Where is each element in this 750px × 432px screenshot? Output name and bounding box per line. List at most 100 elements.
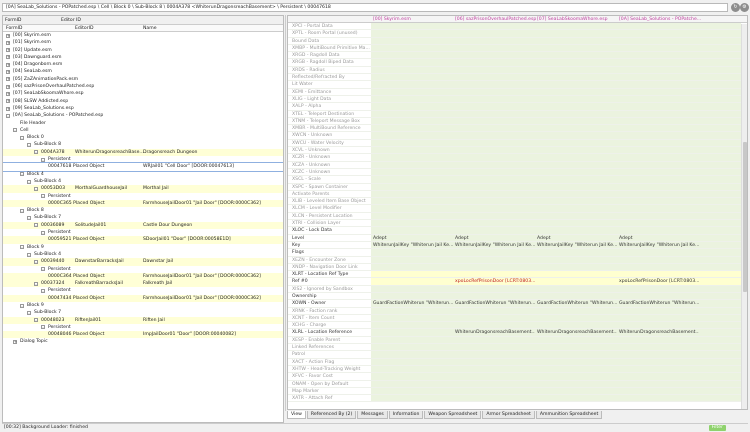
refresh-icon[interactable]: ↻ [731,3,740,12]
filter-button[interactable]: Filter [708,425,726,431]
field-row[interactable]: XIS2 - Ignored by Sandbox [288,285,747,293]
collapse-icon[interactable]: - [20,208,24,213]
tree-row[interactable]: - Block 9 [3,244,283,251]
field-row[interactable]: XCVL - Unknown [288,147,747,155]
collapse-icon[interactable]: - [27,143,31,148]
field-value-plugin-2[interactable]: Adept [537,235,617,242]
field-value-plugin-0[interactable]: Adept [373,235,453,242]
tree-row[interactable]: - Persistent [3,266,283,273]
expand-icon[interactable]: + [6,91,10,96]
tree-row[interactable]: - Sub-Block 8 [3,141,283,148]
header-plugin-1[interactable]: [06] sazPrisonOverhaulPatched.esp [455,16,536,23]
tab-armor-spreadsheet[interactable]: Armor Spreadsheet [482,411,535,419]
tree-row[interactable]: -00036089 SolitudeJail01 Castle Dour Dunge… [3,221,283,230]
collapse-icon[interactable]: - [41,157,45,162]
pane-splitter[interactable] [285,15,286,411]
collapse-icon[interactable]: - [41,325,45,330]
expand-icon[interactable]: + [6,40,10,45]
collapse-icon[interactable]: - [20,303,24,308]
tree-row[interactable]: + Dialog Topic [3,338,283,345]
collapse-icon[interactable]: - [41,194,45,199]
field-row[interactable]: Flags [288,249,747,257]
tree-row[interactable]: - Block 4 [3,171,283,178]
settings-icon[interactable]: ⚙ [740,3,749,12]
field-row[interactable]: Lit Water [288,81,747,89]
field-row[interactable]: XLRT - Location Ref Type [288,271,747,279]
field-value-plugin-1[interactable]: WhiterunJailKey "Whiterun Jail Ke... [455,242,535,249]
tree-row[interactable]: 00059521 Placed Object SDoorJail01 "Door"… [3,236,283,244]
tree-row[interactable]: + [01] Skyrim.esm [3,39,283,46]
field-row[interactable]: XFVC - Favor Cost [288,373,747,381]
field-value-plugin-1[interactable]: WhiterunDragonsreachBasement... [455,329,535,336]
tree-row[interactable]: + [09] SeaLab_Solutions.esp [3,105,283,112]
collapse-icon[interactable]: - [20,135,24,140]
tree-row[interactable]: + [08] SLSW Addicted.esp [3,98,283,105]
field-row[interactable]: Map Marker [288,387,747,396]
field-row[interactable]: XCZA - Unknown [288,161,747,169]
field-row[interactable]: Bound Data [288,37,747,45]
field-row[interactable]: XWCN - Unknown [288,132,747,140]
tree-row[interactable]: - Sub-Block 4 [3,178,283,185]
tree-row[interactable]: -0004A378 WhiterunDragonsreachBase... Drag… [3,148,283,157]
field-value-plugin-2[interactable]: WhiterunDragonsreachBasement... [537,329,617,336]
header-plugin-2[interactable]: [07] SeaLabSkoomaWhore.esp [537,16,608,23]
field-row[interactable]: XHTW - Head-Tracking Weight [288,365,747,374]
tree-row[interactable]: -00053D03 MorthalGuardhouseJail Morthal Ja… [3,185,283,193]
expand-icon[interactable]: + [6,48,10,53]
expand-icon[interactable]: + [6,55,10,60]
collapse-icon[interactable]: - [27,310,31,315]
tree-row[interactable]: 00047618 Placed Object WRJail01 "Cell Doo… [3,162,283,172]
collapse-icon[interactable]: - [41,267,45,272]
tree-row[interactable]: - [0A] SeaLab_Solutions - POPatched.esp [3,112,283,119]
expand-icon[interactable]: + [13,340,17,345]
field-row[interactable]: XRGD - Ragdoll Data [288,52,747,60]
tab-view[interactable]: View [287,411,306,419]
field-value-plugin-2[interactable]: GuardFactionWhiterun "Whiterun... [537,300,617,307]
field-row[interactable]: XNDP - Navigation Door Link [288,263,747,272]
expand-icon[interactable]: + [6,106,10,111]
field-row[interactable]: XCHG - Charge [288,322,747,330]
field-row[interactable]: XCZC - Unknown [288,168,747,177]
tree-row[interactable]: -00037324 FalkreathBarracksJail Falkreath … [3,280,283,288]
expand-icon[interactable]: + [6,62,10,67]
field-row[interactable]: Level Adept Adept Adept Adept [288,234,747,242]
field-row[interactable]: XLRL - Location Reference WhiterunDragons… [288,329,747,337]
header-plugin-3[interactable]: [0A] SeaLab_Solutions - POPatche... [619,16,701,23]
field-row[interactable]: XWCU - Water Velocity [288,139,747,148]
tree-row[interactable]: - Persistent [3,324,283,331]
collapse-icon[interactable]: - [41,230,45,235]
field-row[interactable]: XMBP - MultiBound Primitive Ma... [288,44,747,53]
field-row[interactable]: XTNM - Teleport Message Box [288,117,747,126]
field-row[interactable]: XESP - Enable Parent [288,336,747,345]
tree-row[interactable]: - Block 8 [3,207,283,214]
expand-icon[interactable]: + [6,33,10,38]
collapse-icon[interactable]: - [20,172,24,177]
collapse-icon[interactable]: - [13,128,17,133]
field-row[interactable]: XPCI - Portal Data [288,23,747,31]
field-row[interactable]: XLCM - Level Modifier [288,205,747,213]
field-row[interactable]: ONAM - Open by Default [288,380,747,388]
field-row[interactable]: XEMI - Emittance [288,88,747,96]
field-row[interactable]: XLCN - Persistent Location [288,212,747,221]
tree-row[interactable]: - Persistent [3,193,283,200]
field-value-plugin-1[interactable]: GuardFactionWhiterun "Whiterun... [455,300,535,307]
column-editorid[interactable]: EditorID [75,25,94,32]
tree-row[interactable]: - Sub-Block 4 [3,251,283,258]
tree-row[interactable]: - Block 9 [3,302,283,309]
field-row[interactable]: Ref #0 xpoLocRefPrisonDoor [LCRT:0803... x… [288,278,747,286]
tree-row[interactable]: -00048023 RiftenJail01 Riften Jail [3,316,283,324]
field-row[interactable]: XSCL - Scale [288,176,747,184]
tree-row[interactable]: 00048046 Placed Object ImpJailDoor01 "Doo… [3,331,283,339]
scrollbar-thumb[interactable] [743,142,747,292]
collapse-icon[interactable]: - [34,318,38,323]
field-value-plugin-3[interactable]: Adept [619,235,699,242]
expand-icon[interactable]: + [6,84,10,89]
field-value-plugin-3[interactable]: WhiterunJailKey "Whiterun Jail Ke... [619,242,699,249]
field-row[interactable]: XOWN - Owner GuardFactionWhiterun "Whiter… [288,300,747,308]
tab-ammunition-spreadsheet[interactable]: Ammunition Spreadsheet [535,411,603,419]
collapse-icon[interactable]: - [34,186,38,191]
tree-row[interactable]: - Cell [3,127,283,134]
tree-row[interactable]: + [07] SeaLabSkoomaWhore.esp [3,90,283,97]
tree-row[interactable]: + [05] ZaZAnimationPack.esm [3,76,283,83]
tree-row[interactable]: - Persistent [3,229,283,236]
